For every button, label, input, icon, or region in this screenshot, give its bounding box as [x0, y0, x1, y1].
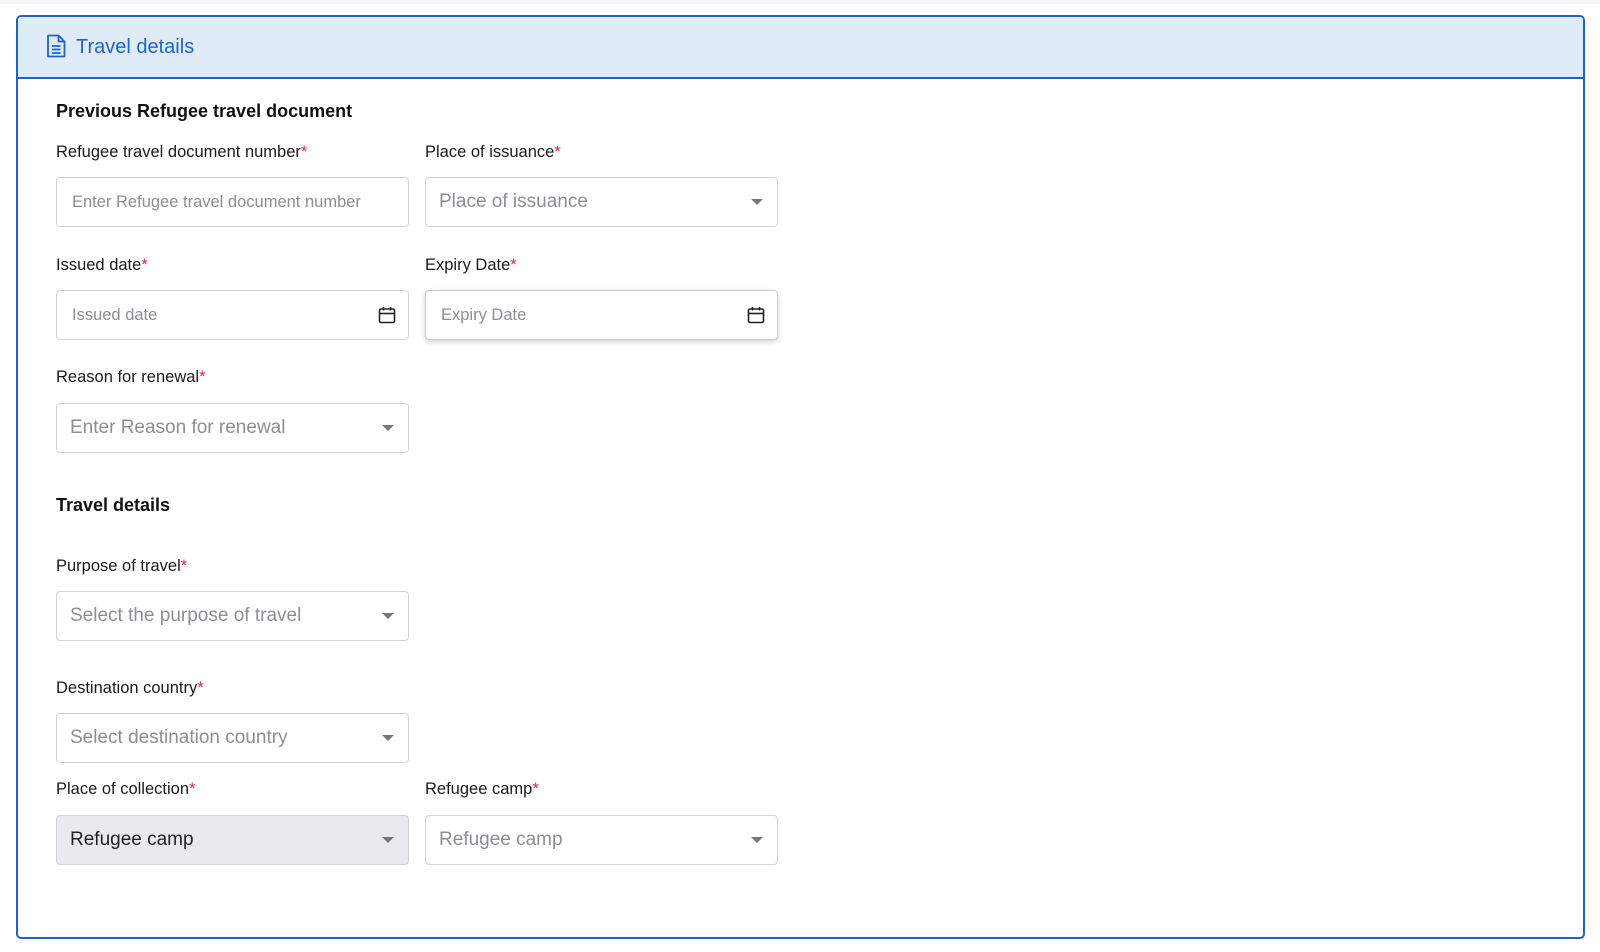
- place-collection-label: Place of collection*: [56, 780, 196, 798]
- reason-renewal-label: Reason for renewal*: [56, 368, 206, 386]
- required-marker: *: [199, 368, 206, 386]
- chevron-down-icon: [751, 199, 763, 205]
- doc-number-label: Refugee travel document number*: [56, 143, 308, 161]
- reason-renewal-select[interactable]: Enter Reason for renewal: [56, 403, 409, 453]
- required-marker: *: [532, 780, 539, 798]
- place-collection-value: Refugee camp: [70, 829, 194, 850]
- doc-number-input[interactable]: Enter Refugee travel document number: [56, 177, 409, 227]
- expiry-date-placeholder: Expiry Date: [441, 305, 527, 324]
- purpose-travel-select[interactable]: Select the purpose of travel: [56, 591, 409, 641]
- document-icon: [46, 34, 68, 60]
- required-marker: *: [197, 679, 204, 697]
- place-issuance-label: Place of issuance*: [425, 143, 561, 161]
- purpose-travel-placeholder: Select the purpose of travel: [70, 605, 302, 626]
- destination-country-select[interactable]: Select destination country: [56, 713, 409, 763]
- expiry-date-input[interactable]: Expiry Date: [425, 290, 778, 340]
- required-marker: *: [141, 256, 148, 274]
- previous-document-section-title: Previous Refugee travel document: [56, 101, 353, 121]
- calendar-icon[interactable]: [378, 306, 396, 324]
- chevron-down-icon: [382, 735, 394, 741]
- travel-details-section-title: Travel details: [56, 495, 171, 515]
- required-marker: *: [189, 780, 196, 798]
- doc-number-placeholder: Enter Refugee travel document number: [72, 192, 361, 211]
- purpose-travel-label: Purpose of travel*: [56, 557, 188, 575]
- place-issuance-select[interactable]: Place of issuance: [425, 177, 778, 227]
- required-marker: *: [510, 256, 517, 274]
- expiry-date-label: Expiry Date*: [425, 256, 517, 274]
- required-marker: *: [554, 143, 561, 161]
- refugee-camp-label: Refugee camp*: [425, 780, 539, 798]
- issued-date-placeholder: Issued date: [72, 305, 158, 324]
- calendar-icon[interactable]: [747, 306, 765, 324]
- place-issuance-placeholder: Place of issuance: [439, 191, 588, 212]
- chevron-down-icon: [382, 613, 394, 619]
- issued-date-label: Issued date*: [56, 256, 148, 274]
- top-divider: [0, 0, 1600, 4]
- destination-country-label: Destination country*: [56, 679, 204, 697]
- chevron-down-icon: [751, 837, 763, 843]
- required-marker: *: [180, 557, 188, 575]
- card-title: Travel details: [76, 35, 195, 58]
- refugee-camp-select[interactable]: Refugee camp: [425, 815, 778, 865]
- place-collection-select[interactable]: Refugee camp: [56, 815, 409, 865]
- chevron-down-icon: [382, 425, 394, 431]
- chevron-down-icon: [382, 837, 394, 843]
- issued-date-input[interactable]: Issued date: [56, 290, 409, 340]
- refugee-camp-placeholder: Refugee camp: [439, 829, 563, 850]
- reason-renewal-placeholder: Enter Reason for renewal: [70, 417, 286, 438]
- destination-country-placeholder: Select destination country: [70, 727, 288, 748]
- card-header: Travel details: [18, 17, 1583, 79]
- required-marker: *: [300, 143, 308, 161]
